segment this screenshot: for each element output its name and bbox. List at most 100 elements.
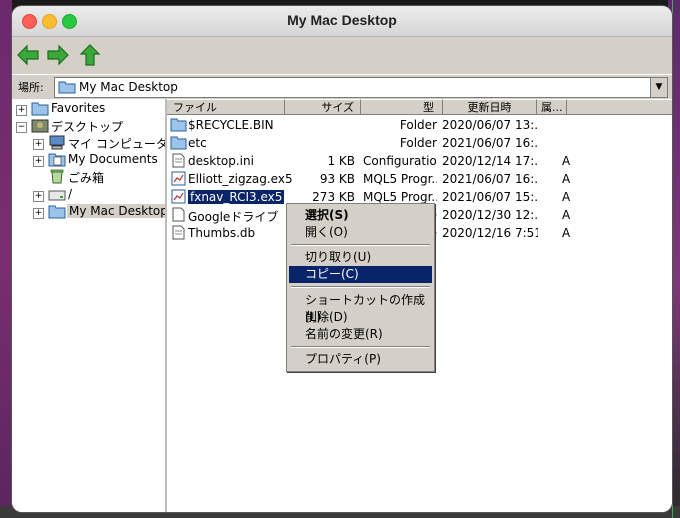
address-value: My Mac Desktop (79, 80, 178, 94)
folder-icon (170, 136, 187, 150)
folder-icon (48, 205, 66, 219)
address-dropdown-button[interactable]: ▼ (650, 78, 667, 97)
expand-toggle[interactable]: + (33, 191, 44, 202)
tree-item-favorites[interactable]: + Favorites (12, 101, 162, 118)
menu-item-label: 削除(D) (305, 310, 348, 324)
window-title: My Mac Desktop (287, 12, 397, 28)
file-name: $RECYCLE.BIN (188, 118, 274, 132)
file-type: MQL5 Progr... (363, 172, 437, 186)
menu-item-label: 開く(O) (305, 225, 348, 239)
folder-tree: + Favorites − デスクトップ + マイ コンピュータ + My Do… (12, 99, 167, 512)
document-icon (172, 153, 185, 168)
tree-item-label: マイ コンピュータ (68, 137, 167, 151)
document-icon (172, 207, 185, 222)
tree-item-my-mac-desktop[interactable]: + My Mac Desktop (12, 204, 165, 221)
menu-item-copy[interactable]: コピー(C) (289, 266, 432, 283)
expand-toggle[interactable]: + (33, 139, 44, 150)
computer-icon (49, 135, 65, 150)
file-date: 2020/06/07 13:... (442, 118, 538, 132)
tree-item-my-computer[interactable]: + マイ コンピュータ (12, 135, 165, 152)
menu-item-label: 名前の変更(R) (305, 327, 383, 341)
tree-item-label: My Documents (68, 152, 158, 166)
program-icon (171, 189, 186, 204)
file-date: 2020/12/16 7:51 (442, 226, 538, 240)
file-name: Thumbs.db (188, 226, 256, 240)
tree-item-root[interactable]: + / (12, 187, 162, 204)
desktop-background-left (0, 0, 12, 518)
menu-item-rename[interactable]: 名前の変更(R) (289, 326, 432, 343)
table-row[interactable]: Elliott_zigzag.ex5 93 KB MQL5 Progr... 2… (167, 171, 672, 189)
menu-item-properties[interactable]: プロパティ(P) (289, 351, 432, 368)
tree-item-label: / (68, 187, 73, 201)
column-header-date[interactable]: 更新日時 (443, 99, 537, 115)
column-header-size[interactable]: サイズ (285, 99, 361, 115)
menu-item-delete[interactable]: 削除(D) (289, 309, 432, 326)
file-name: Elliott_zigzag.ex5 (188, 172, 293, 186)
file-size: 1 KB (327, 154, 355, 168)
menu-separator (291, 244, 430, 246)
file-type: Folder (399, 136, 437, 150)
file-name: fxnav_RCI3.ex5 (188, 190, 285, 204)
tree-item-label: Favorites (51, 101, 106, 115)
column-header-name[interactable]: ファイル (167, 99, 285, 115)
menu-separator (291, 286, 430, 288)
forward-arrow-icon (47, 44, 69, 66)
file-name: desktop.ini (188, 154, 254, 168)
file-type: MQL5 Progr... (363, 190, 437, 204)
expand-toggle[interactable]: + (16, 105, 27, 116)
recycle-bin-icon (50, 169, 64, 184)
document-icon (172, 225, 185, 240)
desktop-green-line (672, 0, 673, 518)
column-header-type[interactable]: 型 (361, 99, 443, 115)
tree-item-my-documents[interactable]: + My Documents (12, 152, 162, 169)
tree-item-desktop[interactable]: − デスクトップ (12, 118, 162, 135)
file-type: Folder (399, 118, 437, 132)
file-attributes: A (562, 226, 571, 240)
table-row[interactable]: desktop.ini 1 KB Configuratio... 2020/12… (167, 153, 672, 171)
menu-separator (291, 346, 430, 348)
address-input[interactable]: My Mac Desktop ▼ (54, 77, 668, 98)
title-bar[interactable]: My Mac Desktop (12, 6, 672, 37)
folder-icon (31, 102, 49, 116)
desktop-icon (31, 119, 49, 133)
file-size: 273 KB (312, 190, 355, 204)
menu-item-open[interactable]: 開く(O) (289, 224, 432, 241)
menu-item-select[interactable]: 選択(S) (289, 207, 432, 224)
menu-item-label: 選択(S) (305, 208, 349, 222)
file-name: etc (188, 136, 207, 150)
file-name: Googleドライブ (188, 210, 279, 224)
expand-toggle[interactable]: + (33, 208, 44, 219)
menu-item-label: 切り取り(U) (305, 250, 372, 264)
menu-item-label: コピー(C) (305, 267, 359, 281)
tree-item-label: My Mac Desktop (67, 204, 165, 218)
file-size: 93 KB (319, 172, 355, 186)
file-date: 2021/06/07 15:... (442, 190, 538, 204)
forward-button[interactable] (46, 43, 70, 67)
table-row[interactable]: $RECYCLE.BIN Folder 2020/06/07 13:... (167, 117, 672, 135)
drive-icon (48, 190, 66, 201)
file-attributes: A (562, 172, 571, 186)
back-button[interactable] (16, 43, 40, 67)
up-folder-button[interactable] (78, 43, 102, 67)
back-arrow-icon (17, 44, 39, 66)
file-date: 2021/06/07 16:... (442, 172, 538, 186)
table-row[interactable]: etc Folder 2021/06/07 16:... (167, 135, 672, 153)
menu-item-create-shortcut[interactable]: ショートカットの作成(L) (289, 292, 432, 324)
collapse-toggle[interactable]: − (16, 122, 27, 133)
file-attributes: A (562, 208, 571, 222)
tree-item-recycle-bin[interactable]: ごみ箱 (12, 169, 162, 186)
file-browser-window: My Mac Desktop 場所: My Mac Desktop ▼ + Fa… (12, 6, 672, 512)
menu-item-cut[interactable]: 切り取り(U) (289, 249, 432, 266)
file-date: 2020/12/30 12:... (442, 208, 538, 222)
context-menu: 選択(S) 開く(O) 切り取り(U) コピー(C) ショートカットの作成(L)… (286, 203, 435, 372)
address-bar: 場所: My Mac Desktop ▼ (12, 74, 672, 100)
folder-icon (58, 81, 76, 94)
up-arrow-icon (79, 44, 101, 66)
address-label: 場所: (18, 81, 44, 94)
column-header-attributes[interactable]: 属... (537, 99, 567, 115)
column-header-filler (567, 99, 672, 115)
expand-toggle[interactable]: + (33, 156, 44, 167)
program-icon (171, 171, 186, 186)
toolbar (12, 37, 672, 73)
file-attributes: A (562, 154, 571, 168)
